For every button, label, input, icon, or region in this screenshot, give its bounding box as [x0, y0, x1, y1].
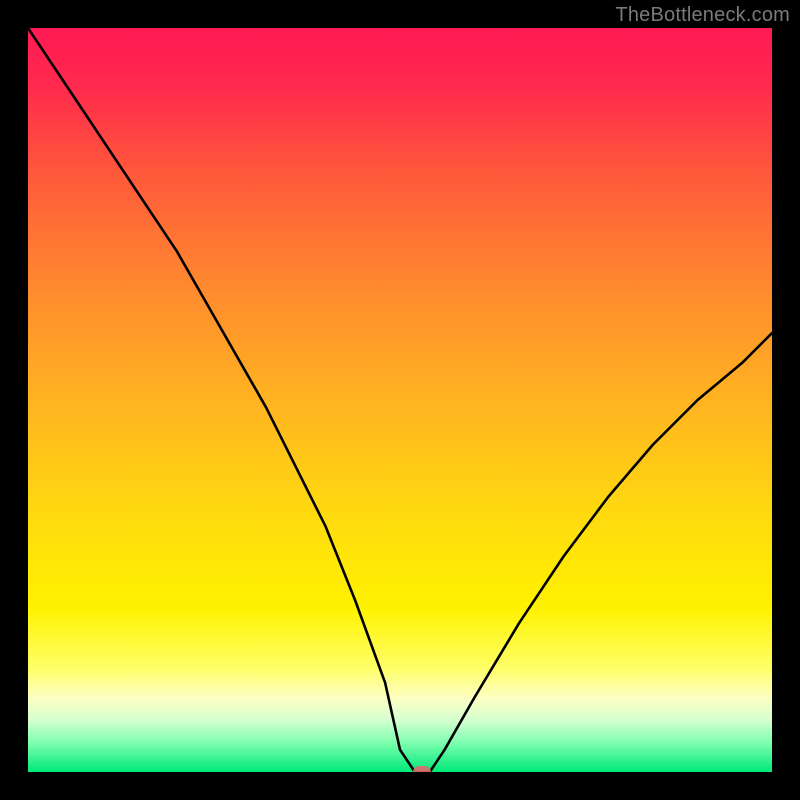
chart-frame: TheBottleneck.com [0, 0, 800, 800]
watermark-text: TheBottleneck.com [615, 4, 790, 27]
bottleneck-curve [28, 28, 772, 772]
plot-area [28, 28, 772, 772]
curve-layer [28, 28, 772, 772]
optimal-marker [413, 766, 431, 772]
